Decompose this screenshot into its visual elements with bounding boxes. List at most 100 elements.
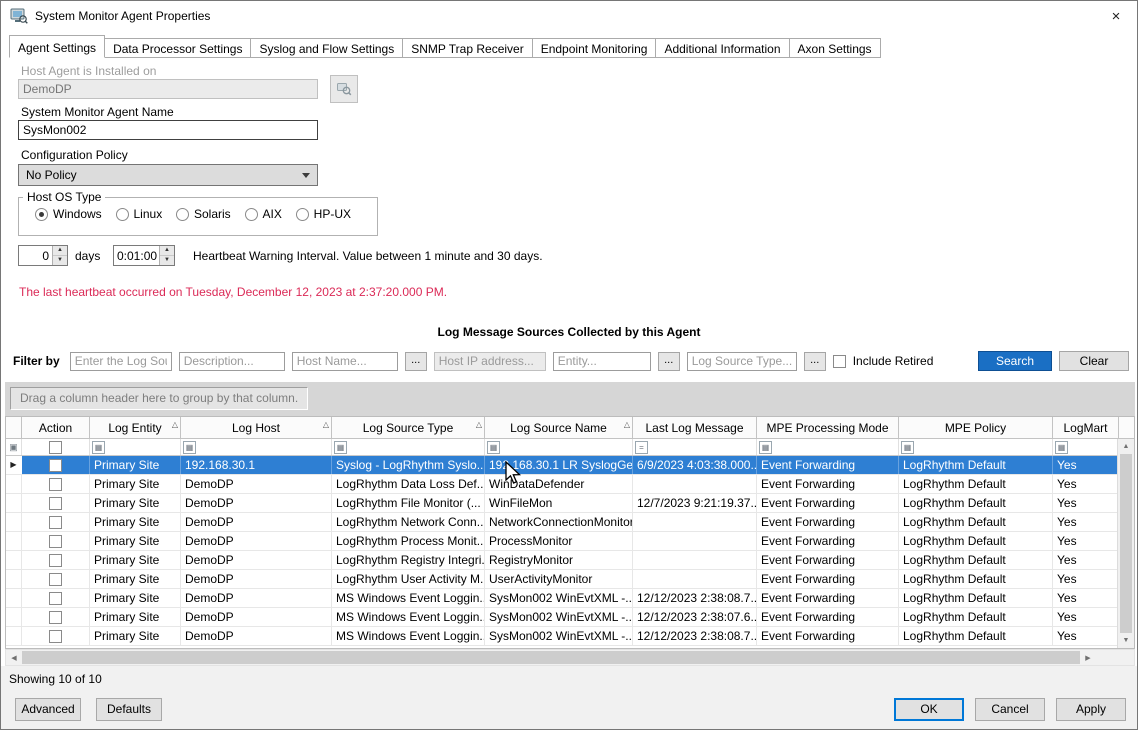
spin-up-icon[interactable]: ▲ <box>160 246 174 256</box>
vertical-scrollbar[interactable]: ▲ ▼ <box>1117 439 1134 648</box>
grid-row[interactable]: Primary SiteDemoDPLogRhythm Network Conn… <box>6 513 1134 532</box>
grid-row[interactable]: Primary SiteDemoDPLogRhythm User Activit… <box>6 570 1134 589</box>
os-radio-aix[interactable]: AIX <box>245 207 282 221</box>
row-checkbox[interactable] <box>49 630 62 643</box>
cell-host: DemoDP <box>181 589 332 607</box>
select-all-checkbox[interactable] <box>49 441 62 454</box>
row-checkbox[interactable] <box>49 459 62 472</box>
filter-cell-log-source-name: ▦ <box>485 439 633 455</box>
tab-syslog-and-flow-settings[interactable]: Syslog and Flow Settings <box>251 38 403 58</box>
cell-source-name: UserActivityMonitor <box>485 570 633 588</box>
config-policy-label: Configuration Policy <box>21 148 128 162</box>
row-checkbox[interactable] <box>49 535 62 548</box>
column-filter-icon[interactable]: ▦ <box>487 441 500 454</box>
tab-endpoint-monitoring[interactable]: Endpoint Monitoring <box>533 38 657 58</box>
days-spin-buttons[interactable]: ▲▼ <box>52 246 67 265</box>
column-header-log-host[interactable]: Log Host△ <box>181 417 332 438</box>
tab-axon-settings[interactable]: Axon Settings <box>790 38 881 58</box>
cell-mode: Event Forwarding <box>757 513 899 531</box>
column-header-last-log-message[interactable]: Last Log Message <box>633 417 757 438</box>
spin-down-icon[interactable]: ▼ <box>160 256 174 265</box>
grid-row[interactable]: Primary SiteDemoDPLogRhythm Process Moni… <box>6 532 1134 551</box>
radio-label: Solaris <box>194 207 231 221</box>
grid-row[interactable]: Primary SiteDemoDPMS Windows Event Loggi… <box>6 627 1134 646</box>
row-checkbox[interactable] <box>49 516 62 529</box>
vertical-scroll-thumb[interactable] <box>1120 454 1132 633</box>
column-header-logmart[interactable]: LogMart <box>1053 417 1119 438</box>
grid-row[interactable]: Primary SiteDemoDPMS Windows Event Loggi… <box>6 608 1134 627</box>
agent-name-input[interactable] <box>18 120 318 140</box>
spin-up-icon[interactable]: ▲ <box>53 246 67 256</box>
description-filter-input[interactable] <box>179 352 285 371</box>
scroll-right-icon[interactable]: ▶ <box>1080 654 1096 662</box>
log-source-type-filter-input[interactable] <box>687 352 797 371</box>
column-header-log-source-name[interactable]: Log Source Name△ <box>485 417 633 438</box>
host-agent-input[interactable] <box>18 79 318 99</box>
host-name-browse-button[interactable]: ... <box>405 352 427 371</box>
grid-row[interactable]: Primary SiteDemoDPLogRhythm Registry Int… <box>6 551 1134 570</box>
config-policy-value: No Policy <box>26 168 77 182</box>
config-policy-select[interactable]: No Policy <box>18 164 318 186</box>
close-icon[interactable]: × <box>1101 3 1131 29</box>
row-checkbox[interactable] <box>49 573 62 586</box>
time-spinner[interactable]: 0:01:00 ▲▼ <box>113 245 175 266</box>
row-checkbox[interactable] <box>49 592 62 605</box>
defaults-button[interactable]: Defaults <box>96 698 162 721</box>
os-radio-hp-ux[interactable]: HP-UX <box>296 207 351 221</box>
grid-row[interactable]: Primary SiteDemoDPMS Windows Event Loggi… <box>6 589 1134 608</box>
tab-agent-settings[interactable]: Agent Settings <box>9 35 105 58</box>
cell-host: DemoDP <box>181 627 332 645</box>
column-filter-icon[interactable]: ▦ <box>759 441 772 454</box>
entity-browse-button[interactable]: ... <box>658 352 680 371</box>
column-header-log-source-type[interactable]: Log Source Type△ <box>332 417 485 438</box>
cell-action <box>22 608 90 626</box>
advanced-button[interactable]: Advanced <box>15 698 81 721</box>
os-radio-linux[interactable]: Linux <box>116 207 163 221</box>
host-name-filter-input[interactable] <box>292 352 398 371</box>
tab-additional-information[interactable]: Additional Information <box>656 38 789 58</box>
scroll-down-icon[interactable]: ▼ <box>1118 633 1134 648</box>
search-button[interactable]: Search <box>978 351 1052 371</box>
scroll-left-icon[interactable]: ◀ <box>6 654 22 662</box>
grid-row[interactable]: Primary SiteDemoDPLogRhythm Data Loss De… <box>6 475 1134 494</box>
column-filter-icon[interactable]: ▦ <box>183 441 196 454</box>
tab-snmp-trap-receiver[interactable]: SNMP Trap Receiver <box>403 38 532 58</box>
grid-row[interactable]: ▶Primary Site192.168.30.1Syslog - LogRhy… <box>6 456 1134 475</box>
include-retired-checkbox[interactable] <box>833 355 846 368</box>
spin-down-icon[interactable]: ▼ <box>53 256 67 265</box>
row-checkbox[interactable] <box>49 611 62 624</box>
cancel-button[interactable]: Cancel <box>975 698 1045 721</box>
column-header-mpe-processing-mode[interactable]: MPE Processing Mode <box>757 417 899 438</box>
cell-logmart: Yes <box>1053 494 1119 512</box>
indicator-header <box>6 417 22 438</box>
os-radio-solaris[interactable]: Solaris <box>176 207 231 221</box>
column-header-mpe-policy[interactable]: MPE Policy <box>899 417 1053 438</box>
grid-row[interactable]: Primary SiteDemoDPLogRhythm File Monitor… <box>6 494 1134 513</box>
horizontal-scroll-thumb[interactable] <box>22 651 1080 664</box>
column-header-action[interactable]: Action <box>22 417 90 438</box>
host-ip-filter-input[interactable] <box>434 352 546 371</box>
os-radio-windows[interactable]: Windows <box>35 207 102 221</box>
horizontal-scrollbar[interactable]: ◀ ▶ <box>5 649 1135 666</box>
clear-button[interactable]: Clear <box>1059 351 1129 371</box>
log-source-filter-input[interactable] <box>70 352 172 371</box>
row-checkbox[interactable] <box>49 478 62 491</box>
row-checkbox[interactable] <box>49 554 62 567</box>
column-header-log-entity[interactable]: Log Entity△ <box>90 417 181 438</box>
column-filter-icon[interactable]: ▦ <box>92 441 105 454</box>
tab-data-processor-settings[interactable]: Data Processor Settings <box>105 38 251 58</box>
apply-button[interactable]: Apply <box>1056 698 1126 721</box>
column-filter-icon[interactable]: = <box>635 441 648 454</box>
column-filter-icon[interactable]: ▦ <box>334 441 347 454</box>
row-checkbox[interactable] <box>49 497 62 510</box>
days-spinner[interactable]: 0 ▲▼ <box>18 245 68 266</box>
time-spin-buttons[interactable]: ▲▼ <box>159 246 174 265</box>
cell-entity: Primary Site <box>90 551 181 569</box>
scroll-up-icon[interactable]: ▲ <box>1118 439 1134 454</box>
column-filter-icon[interactable]: ▦ <box>901 441 914 454</box>
entity-filter-input[interactable] <box>553 352 651 371</box>
ok-button[interactable]: OK <box>894 698 964 721</box>
host-browse-button[interactable] <box>330 75 358 103</box>
column-filter-icon[interactable]: ▦ <box>1055 441 1068 454</box>
log-source-type-browse-button[interactable]: ... <box>804 352 826 371</box>
